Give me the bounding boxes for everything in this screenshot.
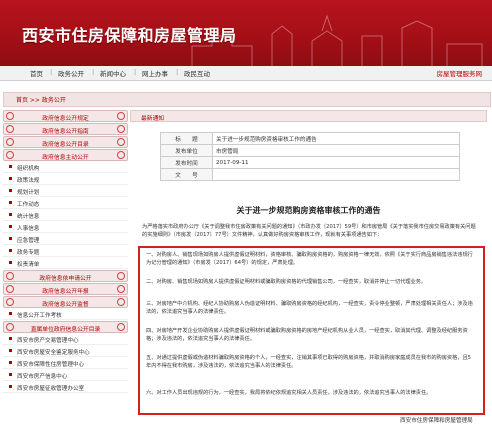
article-intro: 为严格落实市政府办公厅《关于调整我市住房政策有关问题的通知》（市政办发〔2017…: [142, 224, 476, 238]
nav-separator: |: [176, 68, 179, 76]
sidebar-label: 权责清单: [17, 261, 40, 268]
sidebar-section[interactable]: 政府信息依申请公开: [3, 270, 128, 282]
sidebar-item[interactable]: 政务专题: [3, 246, 128, 257]
bullet-icon: [9, 373, 12, 376]
sidebar-label: 政策法规: [17, 177, 40, 184]
sidebar-label: 人事信息: [17, 225, 40, 232]
sidebar-label: 政府信息公开规定: [42, 115, 89, 122]
nav-separator: |: [50, 68, 53, 76]
nav-separator: |: [92, 68, 95, 76]
sidebar-section[interactable]: 政府信息公开指南: [3, 123, 128, 135]
sidebar-section[interactable]: 政府信息主动公开: [3, 149, 128, 161]
meta-key: 发布单位: [160, 144, 213, 157]
sidebar-label: 直属单位政府信息公开目录: [30, 326, 101, 333]
highlighted-paragraphs: 一、对购房人、销售现场如购房人提供虚假证明材料，资格审核、骗取购房资格的，购房资…: [138, 246, 485, 415]
sidebar-label: 组织机构: [17, 165, 40, 172]
meta-value: 关于进一步规范购房资格审核工作的通告: [212, 132, 460, 145]
sidebar-label: 西安市房产交易管理中心: [17, 337, 79, 344]
meta-key: 标 题: [160, 132, 213, 145]
sidebar-item[interactable]: 应急管理: [3, 234, 128, 245]
sidebar-item[interactable]: 统计信息: [3, 210, 128, 221]
nav-online-service[interactable]: 网上办事: [142, 68, 168, 78]
sidebar-label: 政务专题: [17, 249, 40, 256]
article-paragraph: 六、对工作人员出现违规的行为，一经查实，我局将依纪依规追究相关人员责任，涉及违法…: [146, 390, 432, 396]
sidebar-item[interactable]: 西安市房屋安全鉴定服务中心: [3, 346, 128, 357]
sidebar-label: 政府信息公开目录: [42, 141, 89, 148]
meta-value: 市房管局: [212, 144, 460, 157]
nav-news[interactable]: 新闻中心: [100, 68, 126, 78]
breadcrumb: 首页 >> 政务公开: [3, 92, 491, 107]
article-paragraph: 二、对购房、销售现场如购房人提供虚假证明材料或骗取购房资格的代理销售公司，一经查…: [146, 279, 427, 285]
sidebar-label: 应急管理: [17, 237, 40, 244]
sidebar-item[interactable]: 权责清单: [3, 258, 128, 269]
bullet-icon: [9, 361, 12, 364]
meta-value: [212, 168, 460, 181]
bullet-icon: [9, 349, 12, 352]
bullet-icon: [9, 261, 12, 264]
nav-home[interactable]: 首页: [30, 68, 43, 78]
signature: 西安市住房保障和房屋管理局: [400, 418, 473, 424]
sidebar-label: 规划计划: [17, 189, 40, 196]
nav-gov-affairs[interactable]: 政务公开: [58, 68, 84, 78]
bullet-icon: [9, 177, 12, 180]
sidebar-item[interactable]: 信息公开工作考核: [3, 309, 128, 320]
article-paragraph: 五、对通过提供虚假或伪造材料骗取购房资格的个人，一经查实，注销其事项已取得的购房…: [146, 355, 471, 369]
sidebar-item[interactable]: 西安市房产交易管理中心: [3, 334, 128, 345]
sidebar-item[interactable]: 工作动态: [3, 198, 128, 209]
bullet-icon: [9, 249, 12, 252]
sidebar-label: 西安市保障性住房管理中心: [17, 361, 85, 368]
sidebar-item[interactable]: 人事信息: [3, 222, 128, 233]
sidebar-item[interactable]: 西安市房屋征收管理办公室: [3, 382, 128, 393]
sidebar-label: 西安市房屋征收管理办公室: [17, 385, 85, 392]
sidebar-label: 工作动态: [17, 201, 40, 208]
section-header: 最新通知: [130, 110, 487, 122]
sidebar-section[interactable]: 政府信息公开监督: [3, 296, 128, 308]
sidebar-label: 统计信息: [17, 213, 40, 220]
meta-key: 文 号: [160, 168, 213, 181]
nav-interaction[interactable]: 政民互动: [184, 68, 210, 78]
bullet-icon: [9, 385, 12, 388]
bullet-icon: [9, 201, 12, 204]
main-content: 最新通知 标 题关于进一步规范购房资格审核工作的通告 发布单位 市房管局 发布时间…: [130, 110, 487, 430]
bullet-icon: [9, 189, 12, 192]
sidebar-item[interactable]: 西安市保障性住房管理中心: [3, 358, 128, 369]
article-paragraph: 四、对房地产开发企业协助购房人提供虚假证明材料或骗取购房资格的房地产经纪机构从业…: [146, 328, 468, 342]
sidebar: 政府信息公开规定 政府信息公开指南 政府信息公开目录 政府信息主动公开 组织机构政策法规…: [3, 110, 128, 394]
sidebar-section[interactable]: 直属单位政府信息公开目录: [3, 321, 128, 333]
sidebar-label: 信息公开工作考核: [17, 312, 62, 319]
sidebar-label: 政府信息公开监督: [42, 301, 89, 308]
article-paragraph: 三、对房地产中介机构、经纪人协助购房人伪造证明材料、骗取购房资格的经纪机构，一经…: [146, 301, 473, 315]
article-title: 关于进一步规范购房资格审核工作的通告: [236, 206, 381, 215]
notice-meta-table: 标 题关于进一步规范购房资格审核工作的通告 发布单位 市房管局 发布时间 2017-…: [160, 132, 460, 181]
nav-housing-service-link[interactable]: 房屋管理服务网: [437, 68, 483, 78]
sidebar-label: 政府信息公开年报: [42, 288, 89, 295]
sidebar-label: 西安市房产信息中心: [17, 373, 68, 380]
sidebar-section[interactable]: 政府信息公开目录: [3, 136, 128, 148]
sidebar-item[interactable]: 组织机构: [3, 162, 128, 173]
article-paragraph: 一、对购房人、销售现场如购房人提供虚假证明材料，资格审核、骗取购房资格的，购房资…: [146, 252, 473, 266]
bullet-icon: [9, 237, 12, 240]
sidebar-item[interactable]: 西安市房产信息中心: [3, 370, 128, 381]
sidebar-label: 政府信息依申请公开: [39, 275, 92, 282]
section-title: 最新通知: [141, 115, 165, 122]
bullet-icon: [9, 337, 12, 340]
sidebar-item[interactable]: 规划计划: [3, 186, 128, 197]
sidebar-label: 西安市房屋安全鉴定服务中心: [17, 349, 90, 356]
bullet-icon: [9, 213, 12, 216]
sidebar-item[interactable]: 政策法规: [3, 174, 128, 185]
bullet-icon: [9, 165, 12, 168]
sidebar-section[interactable]: 政府信息公开规定: [3, 110, 128, 122]
meta-value: 2017-09-11: [212, 156, 460, 169]
bullet-icon: [9, 225, 12, 228]
breadcrumb-text[interactable]: 首页 >> 政务公开: [16, 95, 66, 104]
skyline-decoration: [191, 14, 483, 66]
header-banner: 西安市住房保障和房屋管理局: [0, 0, 492, 66]
sidebar-label: 政府信息公开指南: [42, 128, 89, 135]
sidebar-label: 政府信息主动公开: [42, 154, 89, 161]
main-nav: 首页 | 政务公开 | 新闻中心 | 网上办事 | 政民互动 房屋管理服务网: [0, 66, 492, 81]
sidebar-section[interactable]: 政府信息公开年报: [3, 283, 128, 295]
meta-key: 发布时间: [160, 156, 213, 169]
nav-separator: |: [134, 68, 137, 76]
bullet-icon: [9, 312, 12, 315]
